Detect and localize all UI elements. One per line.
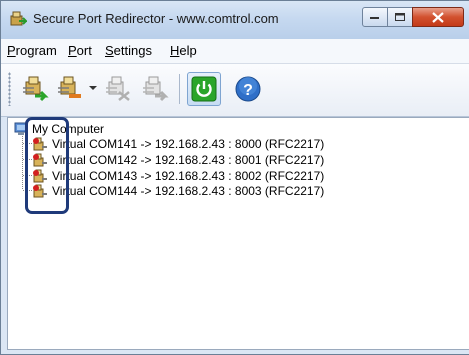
chevron-down-icon[interactable]	[89, 86, 97, 90]
port-disabled-icon	[106, 76, 130, 101]
tree-item-label: Virtual COM144 -> 192.168.2.43 : 8003 (R…	[52, 184, 325, 198]
tree-item-com143[interactable]: Virtual COM143 -> 192.168.2.43 : 8002 (R…	[32, 168, 324, 184]
menu-bar: Program Port Settings Help	[1, 39, 469, 64]
remove-port-icon	[58, 76, 81, 98]
maximize-button[interactable]	[387, 7, 413, 27]
close-button[interactable]	[412, 7, 464, 27]
tree-item-label: Virtual COM143 -> 192.168.2.43 : 8002 (R…	[52, 169, 325, 183]
menu-port[interactable]: Port	[68, 43, 92, 58]
tree-item-label: Virtual COM141 -> 192.168.2.43 : 8000 (R…	[52, 137, 325, 151]
power-icon	[191, 76, 217, 102]
help-button[interactable]: ?	[231, 72, 265, 106]
minimize-button[interactable]	[362, 7, 388, 27]
menu-settings[interactable]: Settings	[105, 43, 152, 58]
add-port-button[interactable]	[18, 72, 52, 106]
add-port-icon	[23, 76, 49, 102]
menu-help[interactable]: Help	[170, 43, 197, 58]
svg-text:?: ?	[243, 82, 253, 99]
toolbar: ?	[1, 64, 469, 117]
port-tree-view[interactable]: My Computer Virtual COM141 -> 192.168.2.…	[7, 117, 469, 350]
port-edit-icon	[143, 76, 169, 102]
disable-port-button[interactable]	[101, 72, 135, 106]
remove-port-button[interactable]	[53, 72, 87, 106]
tree-item-com141[interactable]: Virtual COM141 -> 192.168.2.43 : 8000 (R…	[32, 136, 324, 152]
icon-highlight-annotation	[25, 117, 69, 214]
title-bar[interactable]: Secure Port Redirector - www.comtrol.com	[1, 1, 469, 39]
menu-program[interactable]: Program	[7, 43, 57, 58]
edit-port-button[interactable]	[138, 72, 172, 106]
tree-item-label: Virtual COM142 -> 192.168.2.43 : 8001 (R…	[52, 153, 325, 167]
tree-item-com142[interactable]: Virtual COM142 -> 192.168.2.43 : 8001 (R…	[32, 152, 324, 168]
toolbar-separator	[179, 74, 180, 104]
tree-item-com144[interactable]: Virtual COM144 -> 192.168.2.43 : 8003 (R…	[32, 183, 324, 199]
app-icon	[10, 11, 27, 26]
minimize-icon	[370, 17, 379, 19]
window-title: Secure Port Redirector - www.comtrol.com	[33, 11, 279, 26]
power-button[interactable]	[187, 72, 221, 106]
maximize-icon	[394, 12, 405, 21]
help-icon: ?	[235, 76, 261, 102]
app-window: Secure Port Redirector - www.comtrol.com…	[0, 0, 469, 355]
toolbar-grip[interactable]	[8, 72, 11, 106]
close-icon	[432, 11, 444, 23]
